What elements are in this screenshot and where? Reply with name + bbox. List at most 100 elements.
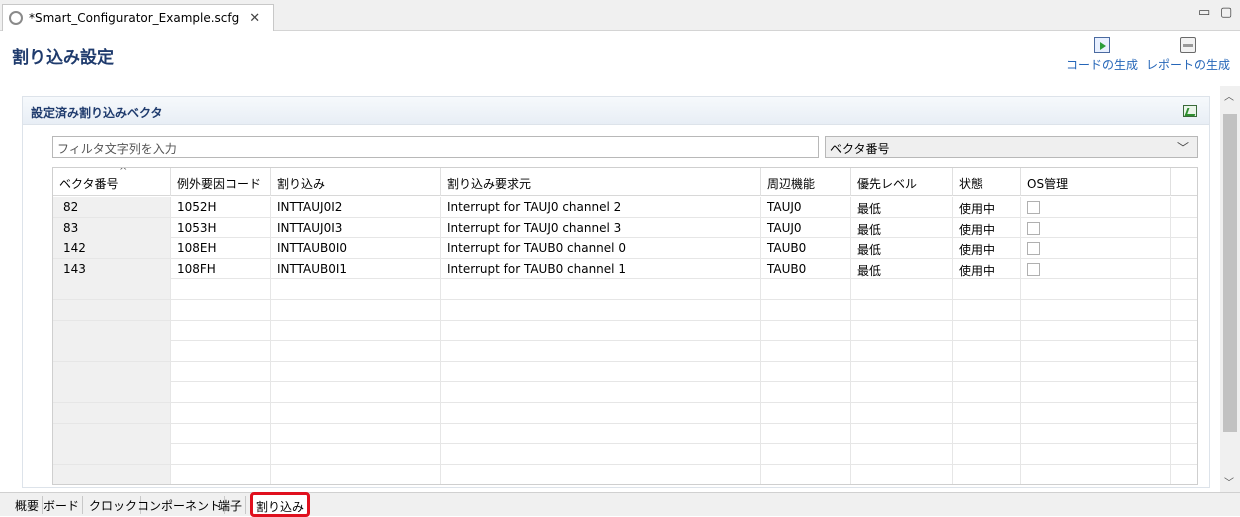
- table-cell: [441, 382, 761, 403]
- table-cell: 108FH: [171, 258, 271, 279]
- minimize-icon[interactable]: ▭: [1198, 5, 1210, 20]
- table-row[interactable]: 83 1053H INTTAUJ0I3 Interrupt for TAUJ0 cha…: [53, 217, 1197, 239]
- table-cell: [1021, 197, 1171, 217]
- bottom-tab-bar: 概要 ボード クロック コンポーネント 端子 割り込み: [0, 492, 1240, 517]
- table-cell: 最低: [851, 217, 953, 238]
- table-cell: INTTAUJ0I2: [271, 197, 441, 217]
- table-row-empty: [53, 341, 1197, 362]
- column-header-os[interactable]: OS管理: [1021, 168, 1171, 196]
- table-cell: TAUB0: [761, 238, 851, 259]
- editor-tab-title: *Smart_Configurator_Example.scfg: [29, 11, 240, 25]
- table-cell: [171, 299, 271, 320]
- scroll-down-icon[interactable]: ﹀: [1224, 474, 1234, 489]
- column-header-status[interactable]: 状態: [953, 168, 1021, 196]
- table-cell: [761, 361, 851, 382]
- table-cell: [761, 299, 851, 320]
- table-cell: [53, 299, 171, 320]
- generate-report-button[interactable]: レポートの生成: [1146, 37, 1230, 73]
- table-cell: 最低: [851, 238, 953, 259]
- table-row-empty: [53, 299, 1197, 321]
- tab-clock[interactable]: クロック: [86, 496, 142, 514]
- table-cell: [761, 320, 851, 341]
- table-cell: [851, 299, 953, 320]
- tab-pins[interactable]: 端子: [215, 496, 247, 514]
- generate-code-label: コードの生成: [1066, 58, 1139, 72]
- tab-interrupt[interactable]: 割り込み: [250, 492, 311, 517]
- table-cell: [441, 361, 761, 382]
- column-header-peripheral[interactable]: 周辺機能: [761, 168, 851, 196]
- chart-icon[interactable]: [1183, 105, 1197, 117]
- table-cell: [441, 423, 761, 444]
- table-cell: [171, 320, 271, 341]
- os-managed-checkbox[interactable]: [1027, 221, 1040, 235]
- column-header-priority[interactable]: 優先レベル: [851, 168, 953, 196]
- table-cell: [953, 382, 1021, 403]
- table-cell: [1021, 279, 1171, 300]
- table-cell: [441, 402, 761, 423]
- maximize-icon[interactable]: ▢: [1220, 5, 1232, 20]
- scroll-up-icon[interactable]: ︿: [1224, 88, 1234, 103]
- table-cell: [271, 320, 441, 341]
- column-header-interrupt[interactable]: 割り込み: [271, 168, 441, 196]
- table-cell: [851, 382, 953, 403]
- table-cell: [851, 444, 953, 465]
- table-cell: Interrupt for TAUJ0 channel 2: [441, 197, 761, 217]
- table-row-empty: [53, 279, 1197, 300]
- table-row-empty: [53, 320, 1197, 342]
- table-cell: [53, 444, 171, 465]
- table-cell: TAUB0: [761, 258, 851, 279]
- generate-code-button[interactable]: コードの生成: [1066, 37, 1138, 73]
- table-cell: TAUJ0: [761, 197, 851, 217]
- os-managed-checkbox[interactable]: [1027, 242, 1040, 256]
- table-cell: 82: [53, 197, 171, 217]
- scroll-thumb[interactable]: [1223, 114, 1237, 432]
- table-cell: [761, 382, 851, 403]
- column-header-vector[interactable]: ^ ベクタ番号: [53, 168, 171, 196]
- table-header: ^ ベクタ番号 例外要因コード 割り込み 割り込み要求元 周辺機能 優先レベル …: [53, 168, 1197, 196]
- filter-column-select[interactable]: ベクタ番号 ﹀: [825, 136, 1198, 158]
- table-cell: [441, 341, 761, 362]
- table-cell: [441, 299, 761, 320]
- table-body: 82 1052H INTTAUJ0I2 Interrupt for TAUJ0 cha…: [53, 197, 1197, 484]
- table-cell: [851, 423, 953, 444]
- generate-report-label: レポートの生成: [1146, 58, 1231, 72]
- table-cell: [1021, 382, 1171, 403]
- table-cell: [171, 279, 271, 300]
- table-row[interactable]: 142 108EH INTTAUB0I0 Interrupt for TAUB0 ch…: [53, 238, 1197, 259]
- table-row-empty: [53, 464, 1197, 484]
- table-cell: 使用中: [953, 197, 1021, 217]
- table-cell: [271, 279, 441, 300]
- table-row[interactable]: 143 108FH INTTAUB0I1 Interrupt for TAUB0 ch…: [53, 258, 1197, 280]
- report-icon: [1180, 37, 1196, 53]
- tab-component[interactable]: コンポーネント: [134, 496, 226, 514]
- table-cell: 使用中: [953, 217, 1021, 238]
- filter-input[interactable]: フィルタ文字列を入力: [52, 136, 819, 158]
- table-cell: 83: [53, 217, 171, 238]
- table-cell: [53, 361, 171, 382]
- close-icon[interactable]: ✕: [249, 11, 260, 26]
- sort-icon: ^: [119, 167, 128, 177]
- interrupt-table: ^ ベクタ番号 例外要因コード 割り込み 割り込み要求元 周辺機能 優先レベル …: [52, 167, 1198, 485]
- chevron-down-icon: ﹀: [1176, 141, 1189, 155]
- column-header-exception-code[interactable]: 例外要因コード: [171, 168, 271, 196]
- table-row[interactable]: 82 1052H INTTAUJ0I2 Interrupt for TAUJ0 cha…: [53, 197, 1197, 218]
- table-cell: 最低: [851, 258, 953, 279]
- table-cell: [761, 464, 851, 484]
- os-managed-checkbox[interactable]: [1027, 201, 1040, 214]
- editor-tab[interactable]: *Smart_Configurator_Example.scfg ✕: [2, 4, 274, 31]
- vertical-scrollbar[interactable]: ︿ ﹀: [1220, 86, 1240, 492]
- table-cell: [953, 279, 1021, 300]
- table-cell: 使用中: [953, 238, 1021, 259]
- table-cell: [271, 423, 441, 444]
- os-managed-checkbox[interactable]: [1027, 262, 1040, 276]
- table-cell: 142: [53, 238, 171, 259]
- table-cell: [271, 299, 441, 320]
- column-header-source[interactable]: 割り込み要求元: [441, 168, 761, 196]
- filter-column-value: ベクタ番号: [830, 142, 890, 156]
- table-cell: 最低: [851, 197, 953, 217]
- table-cell: [53, 279, 171, 300]
- tab-board[interactable]: ボード: [40, 496, 84, 514]
- table-row-empty: [53, 402, 1197, 424]
- tab-overview[interactable]: 概要: [12, 496, 44, 514]
- table-cell: [1021, 299, 1171, 320]
